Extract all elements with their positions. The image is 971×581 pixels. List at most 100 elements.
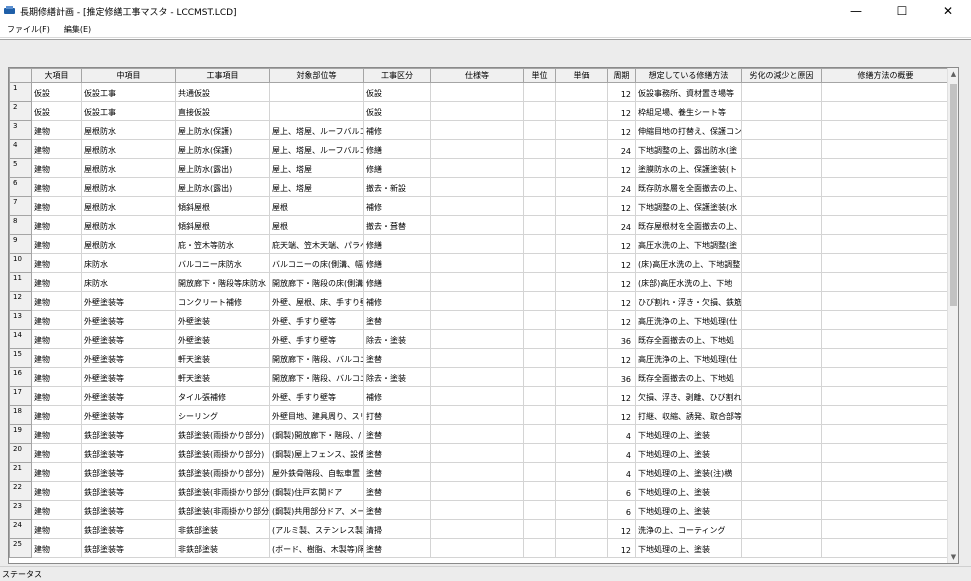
column-header[interactable]: 周期 (607, 68, 636, 83)
table-cell[interactable]: 建物 (31, 272, 82, 292)
table-cell[interactable] (555, 329, 608, 349)
table-cell[interactable]: 開放廊下・階段、バルコニー (269, 367, 364, 387)
table-cell[interactable] (821, 481, 950, 501)
table-cell[interactable]: 欠損、浮き、剥離、ひび割れの (635, 386, 742, 406)
table-cell[interactable] (555, 253, 608, 273)
table-cell[interactable]: 仮設 (31, 82, 82, 102)
table-cell[interactable]: 屋上、塔屋 (269, 158, 364, 178)
table-cell[interactable] (821, 139, 950, 159)
table-cell[interactable]: 鉄部塗装(非雨掛かり部分) (175, 500, 270, 520)
table-cell[interactable]: 下地処理の上、塗装(注)横 (635, 462, 742, 482)
table-cell[interactable] (430, 519, 524, 539)
table-cell[interactable] (555, 348, 608, 368)
table-row[interactable]: 22 建物 鉄部塗装等 鉄部塗装(非雨掛かり部分) (鋼製)住戸玄関ドア 塗替 6 下地処理の… (9, 481, 950, 501)
table-cell[interactable]: 打継、収縮、誘発、取合部等 (635, 405, 742, 425)
table-cell[interactable] (821, 234, 950, 254)
row-header[interactable]: 23 (9, 500, 32, 520)
table-cell[interactable]: 下地処理の上、塗装 (635, 538, 742, 558)
table-row[interactable]: 21 建物 鉄部塗装等 鉄部塗装(雨掛かり部分) 屋外鉄骨階段、自転車置 塗替 4 下地処理の… (9, 462, 950, 482)
table-row[interactable]: 9 建物 屋根防水 庇・笠木等防水 庇天端、笠木天端、パラペ 修繕 12 高圧水洗の上、下地調… (9, 234, 950, 254)
table-cell[interactable]: 仮設工事 (81, 101, 176, 121)
table-cell[interactable]: 撤去・葺替 (363, 215, 431, 235)
table-cell[interactable]: 下地処理の上、塗装 (635, 481, 742, 501)
table-cell[interactable] (741, 500, 822, 520)
table-cell[interactable]: 屋外鉄骨階段、自転車置 (269, 462, 364, 482)
table-cell[interactable]: 6 (607, 481, 636, 501)
table-cell[interactable]: 軒天塗装 (175, 367, 270, 387)
table-cell[interactable]: 建物 (31, 291, 82, 311)
table-cell[interactable] (821, 348, 950, 368)
table-cell[interactable]: 建物 (31, 443, 82, 463)
row-header[interactable]: 24 (9, 519, 32, 539)
column-header[interactable]: 工事項目 (175, 68, 270, 83)
row-header[interactable]: 5 (9, 158, 32, 178)
table-cell[interactable]: 鉄部塗装(雨掛かり部分) (175, 462, 270, 482)
table-cell[interactable]: 外壁、屋根、床、手すり壁 (269, 291, 364, 311)
table-cell[interactable] (269, 82, 364, 102)
table-cell[interactable] (821, 424, 950, 444)
table-cell[interactable]: 屋根防水 (81, 196, 176, 216)
table-cell[interactable]: 屋上防水(保護) (175, 120, 270, 140)
table-cell[interactable]: 仮設 (363, 101, 431, 121)
table-cell[interactable]: 外壁塗装等 (81, 367, 176, 387)
menu-file[interactable]: ファイル(F) (0, 24, 57, 35)
table-cell[interactable] (741, 386, 822, 406)
table-cell[interactable]: 打替 (363, 405, 431, 425)
table-cell[interactable] (555, 386, 608, 406)
table-cell[interactable] (741, 158, 822, 178)
table-cell[interactable] (741, 519, 822, 539)
table-cell[interactable] (430, 367, 524, 387)
table-cell[interactable]: 建物 (31, 234, 82, 254)
table-cell[interactable]: 建物 (31, 120, 82, 140)
row-header[interactable]: 3 (9, 120, 32, 140)
table-cell[interactable]: 建物 (31, 310, 82, 330)
table-row[interactable]: 11 建物 床防水 開放廊下・階段等床防水 開放廊下・階段の床(側溝 修繕 12 (床部)高圧… (9, 272, 950, 292)
table-cell[interactable] (741, 424, 822, 444)
table-cell[interactable]: 高圧洗浄の上、下地処理(仕 (635, 348, 742, 368)
table-cell[interactable]: 外壁、手すり壁等 (269, 386, 364, 406)
table-cell[interactable]: 外壁塗装等 (81, 310, 176, 330)
table-cell[interactable]: 外壁目地、建具周り、スリー (269, 405, 364, 425)
table-cell[interactable]: 修繕 (363, 234, 431, 254)
table-cell[interactable]: 屋根防水 (81, 120, 176, 140)
table-cell[interactable]: 屋上、塔屋、ルーフバルコニ (269, 120, 364, 140)
row-header[interactable]: 10 (9, 253, 32, 273)
close-button[interactable]: ✕ (925, 0, 971, 22)
column-header[interactable]: 中項目 (81, 68, 176, 83)
table-cell[interactable] (741, 310, 822, 330)
table-cell[interactable]: 傾斜屋根 (175, 196, 270, 216)
table-cell[interactable] (821, 253, 950, 273)
table-cell[interactable]: 建物 (31, 500, 82, 520)
table-cell[interactable]: 塗替 (363, 348, 431, 368)
table-cell[interactable]: 建物 (31, 386, 82, 406)
table-cell[interactable]: 撤去・新設 (363, 177, 431, 197)
table-cell[interactable] (821, 462, 950, 482)
table-cell[interactable]: 非鉄部塗装 (175, 519, 270, 539)
table-cell[interactable]: 仮設 (363, 82, 431, 102)
table-row[interactable]: 12 建物 外壁塗装等 コンクリート補修 外壁、屋根、床、手すり壁 補修 12 ひび割れ・浮き… (9, 291, 950, 311)
table-cell[interactable]: バルコニー床防水 (175, 253, 270, 273)
table-row[interactable]: 18建物外壁塗装等シーリング外壁目地、建具周り、スリー打替 12打継、収縮、誘発、… (9, 405, 950, 425)
table-cell[interactable] (741, 82, 822, 102)
table-cell[interactable]: 修繕 (363, 272, 431, 292)
table-cell[interactable]: 建物 (31, 538, 82, 558)
table-cell[interactable]: 鉄部塗装等 (81, 519, 176, 539)
table-cell[interactable] (523, 538, 556, 558)
table-cell[interactable]: 外壁塗装等 (81, 348, 176, 368)
table-cell[interactable] (430, 215, 524, 235)
table-cell[interactable] (555, 310, 608, 330)
table-cell[interactable]: 仮設事務所、資材置き場等 (635, 82, 742, 102)
table-cell[interactable] (741, 291, 822, 311)
table-cell[interactable]: 36 (607, 329, 636, 349)
table-cell[interactable]: 洗浄の上、コーティング (635, 519, 742, 539)
table-cell[interactable] (555, 519, 608, 539)
column-header[interactable]: 大項目 (31, 68, 82, 83)
table-cell[interactable] (555, 177, 608, 197)
table-cell[interactable]: (ボード、樹脂、木製等)隔 (269, 538, 364, 558)
grid-corner[interactable] (9, 68, 32, 83)
table-cell[interactable]: 4 (607, 462, 636, 482)
table-cell[interactable]: (床)高圧水洗の上、下地調整 (635, 253, 742, 273)
table-cell[interactable] (523, 177, 556, 197)
table-cell[interactable] (555, 367, 608, 387)
table-cell[interactable]: 建物 (31, 253, 82, 273)
